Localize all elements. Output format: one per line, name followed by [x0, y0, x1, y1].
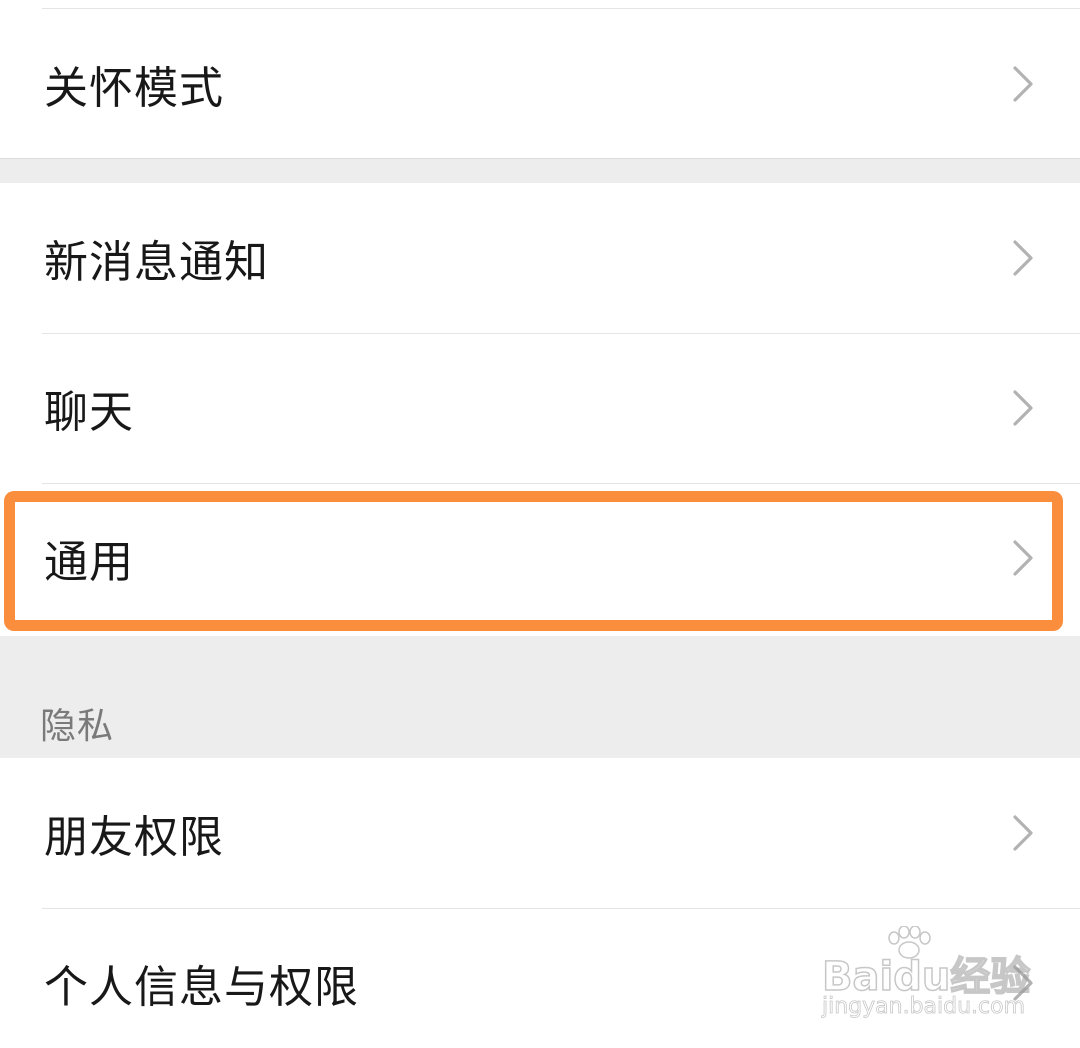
settings-group-general: 新消息通知 聊天 通用 [0, 183, 1080, 636]
settings-group-care: 关怀模式 [0, 0, 1080, 159]
settings-row-notifications[interactable]: 新消息通知 [0, 183, 1080, 333]
section-title-privacy: 隐私 [40, 706, 115, 747]
row-label: 个人信息与权限 [44, 962, 359, 1013]
divider [0, 158, 1080, 159]
row-label: 聊天 [44, 387, 134, 438]
row-label: 朋友权限 [44, 812, 224, 863]
chevron-right-icon [1013, 240, 1033, 276]
settings-row-care-mode[interactable]: 关怀模式 [0, 9, 1080, 159]
settings-row-friend-permissions[interactable]: 朋友权限 [0, 758, 1080, 908]
row-label: 新消息通知 [44, 237, 269, 288]
chevron-right-icon [1013, 66, 1033, 102]
chevron-right-icon [1013, 540, 1033, 576]
chevron-right-icon [1013, 815, 1033, 851]
settings-row-general[interactable]: 通用 [0, 483, 1080, 633]
row-label: 通用 [44, 537, 134, 588]
row-label: 关怀模式 [44, 63, 224, 114]
watermark: Baidu经验 jingyan.baidu.com [821, 926, 1031, 1026]
settings-row-chat[interactable]: 聊天 [0, 333, 1080, 483]
chevron-right-icon [1013, 390, 1033, 426]
watermark-url: jingyan.baidu.com [822, 994, 1026, 1020]
settings-screen: 关怀模式 新消息通知 聊天 通用 隐私 朋友权限 个人信息与权限 Baidu经验… [0, 0, 1080, 1048]
